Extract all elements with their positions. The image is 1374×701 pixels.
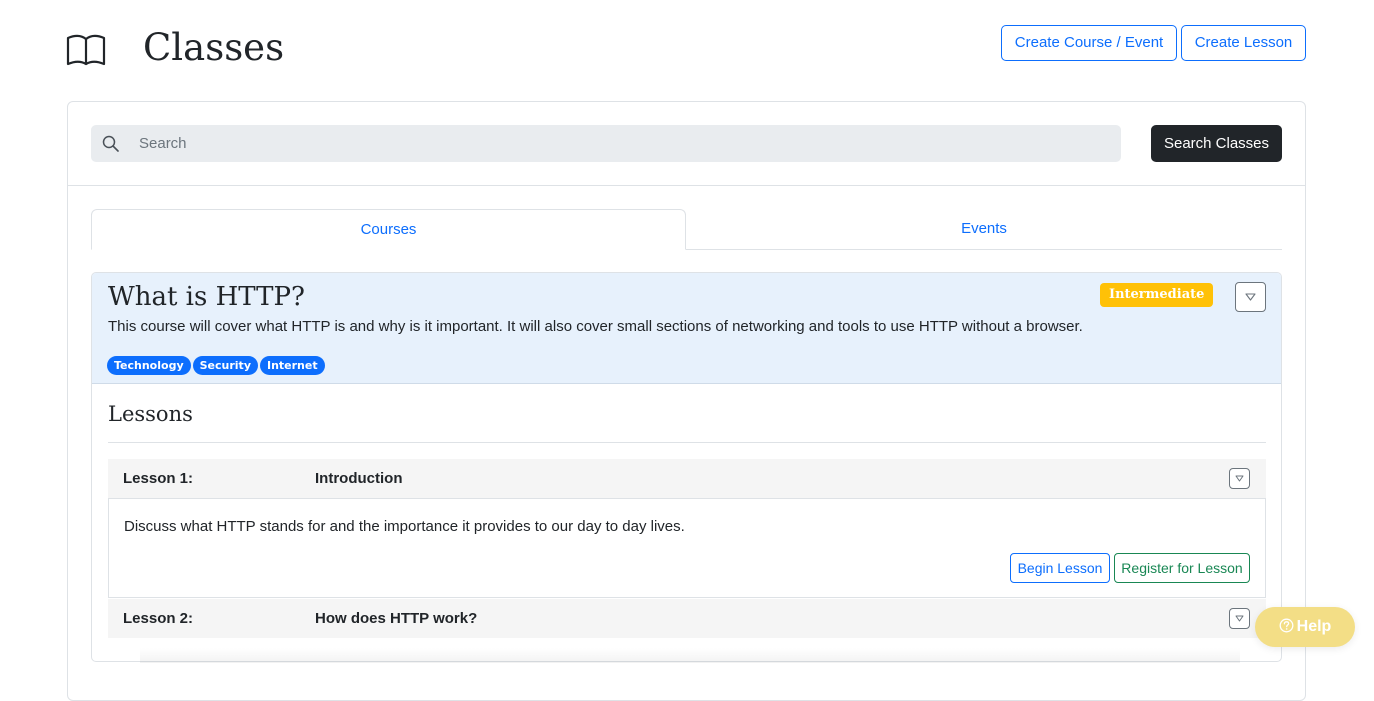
chevron-down-icon bbox=[1235, 475, 1244, 482]
help-button[interactable]: Help bbox=[1255, 607, 1355, 647]
course-title: What is HTTP? bbox=[108, 282, 305, 312]
search-input[interactable] bbox=[129, 125, 1119, 162]
begin-lesson-button[interactable]: Begin Lesson bbox=[1010, 553, 1110, 583]
lesson-number: Lesson 2: bbox=[123, 610, 194, 627]
lessons-heading: Lessons bbox=[108, 402, 193, 426]
page-header: Classes Create Course / Event Create Les… bbox=[66, 24, 1306, 74]
lesson-expand-toggle[interactable] bbox=[1229, 468, 1250, 489]
lesson-expand-toggle[interactable] bbox=[1229, 608, 1250, 629]
tab-courses[interactable]: Courses bbox=[91, 209, 686, 250]
lesson-header[interactable]: Lesson 2: How does HTTP work? bbox=[108, 599, 1266, 638]
lesson-description: Discuss what HTTP stands for and the imp… bbox=[124, 518, 685, 535]
tag-badge: Technology bbox=[107, 356, 191, 375]
course-expand-toggle[interactable] bbox=[1235, 282, 1266, 312]
lesson-title: Introduction bbox=[315, 470, 403, 487]
register-lesson-button[interactable]: Register for Lesson bbox=[1114, 553, 1250, 583]
card-divider bbox=[68, 185, 1305, 186]
search-classes-button[interactable]: Search Classes bbox=[1151, 125, 1282, 162]
scroll-shade bbox=[140, 648, 1240, 663]
lesson-title: How does HTTP work? bbox=[315, 610, 478, 627]
lesson-header[interactable]: Lesson 1: Introduction bbox=[108, 459, 1266, 498]
create-course-event-button[interactable]: Create Course / Event bbox=[1001, 25, 1177, 61]
create-lesson-button[interactable]: Create Lesson bbox=[1181, 25, 1306, 61]
lessons-divider bbox=[108, 442, 1266, 443]
search-bar bbox=[91, 125, 1121, 162]
chevron-down-icon bbox=[1235, 615, 1244, 622]
course-description: This course will cover what HTTP is and … bbox=[108, 318, 1083, 335]
chevron-down-icon bbox=[1245, 293, 1256, 301]
help-label: Help bbox=[1296, 618, 1332, 635]
page-title: Classes bbox=[143, 26, 285, 69]
tab-bar: Courses Events bbox=[91, 209, 1282, 250]
lesson-body: Discuss what HTTP stands for and the imp… bbox=[108, 498, 1266, 598]
book-icon bbox=[66, 34, 106, 66]
tab-events[interactable]: Events bbox=[686, 209, 1282, 249]
tag-badge: Security bbox=[192, 356, 258, 375]
lesson-number: Lesson 1: bbox=[123, 470, 194, 487]
course-card: What is HTTP? Intermediate This course w… bbox=[91, 272, 1282, 662]
classes-card: Search Classes Courses Events What is HT… bbox=[67, 101, 1306, 701]
course-tags: Technology Security Internet bbox=[107, 356, 327, 376]
question-circle-icon bbox=[1279, 618, 1294, 633]
level-badge: Intermediate bbox=[1100, 283, 1214, 307]
course-header: What is HTTP? Intermediate This course w… bbox=[92, 273, 1281, 384]
search-icon bbox=[102, 135, 119, 152]
tag-badge: Internet bbox=[259, 356, 325, 375]
